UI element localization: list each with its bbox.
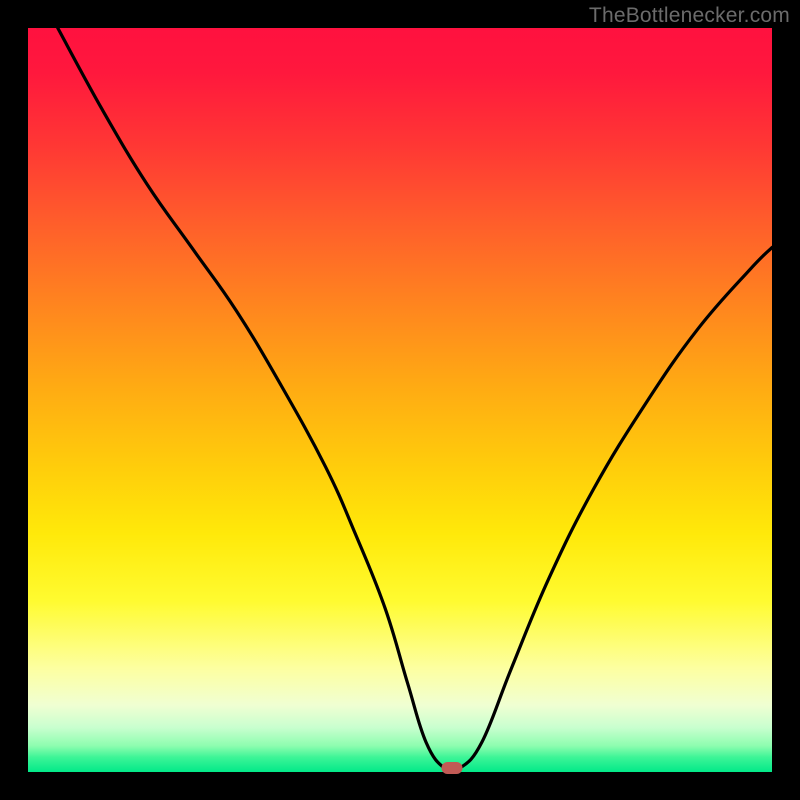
chart-stage: TheBottlenecker.com <box>0 0 800 800</box>
bottleneck-curve <box>28 28 772 772</box>
attribution-text: TheBottlenecker.com <box>589 4 790 28</box>
minimum-marker-icon <box>442 762 463 774</box>
